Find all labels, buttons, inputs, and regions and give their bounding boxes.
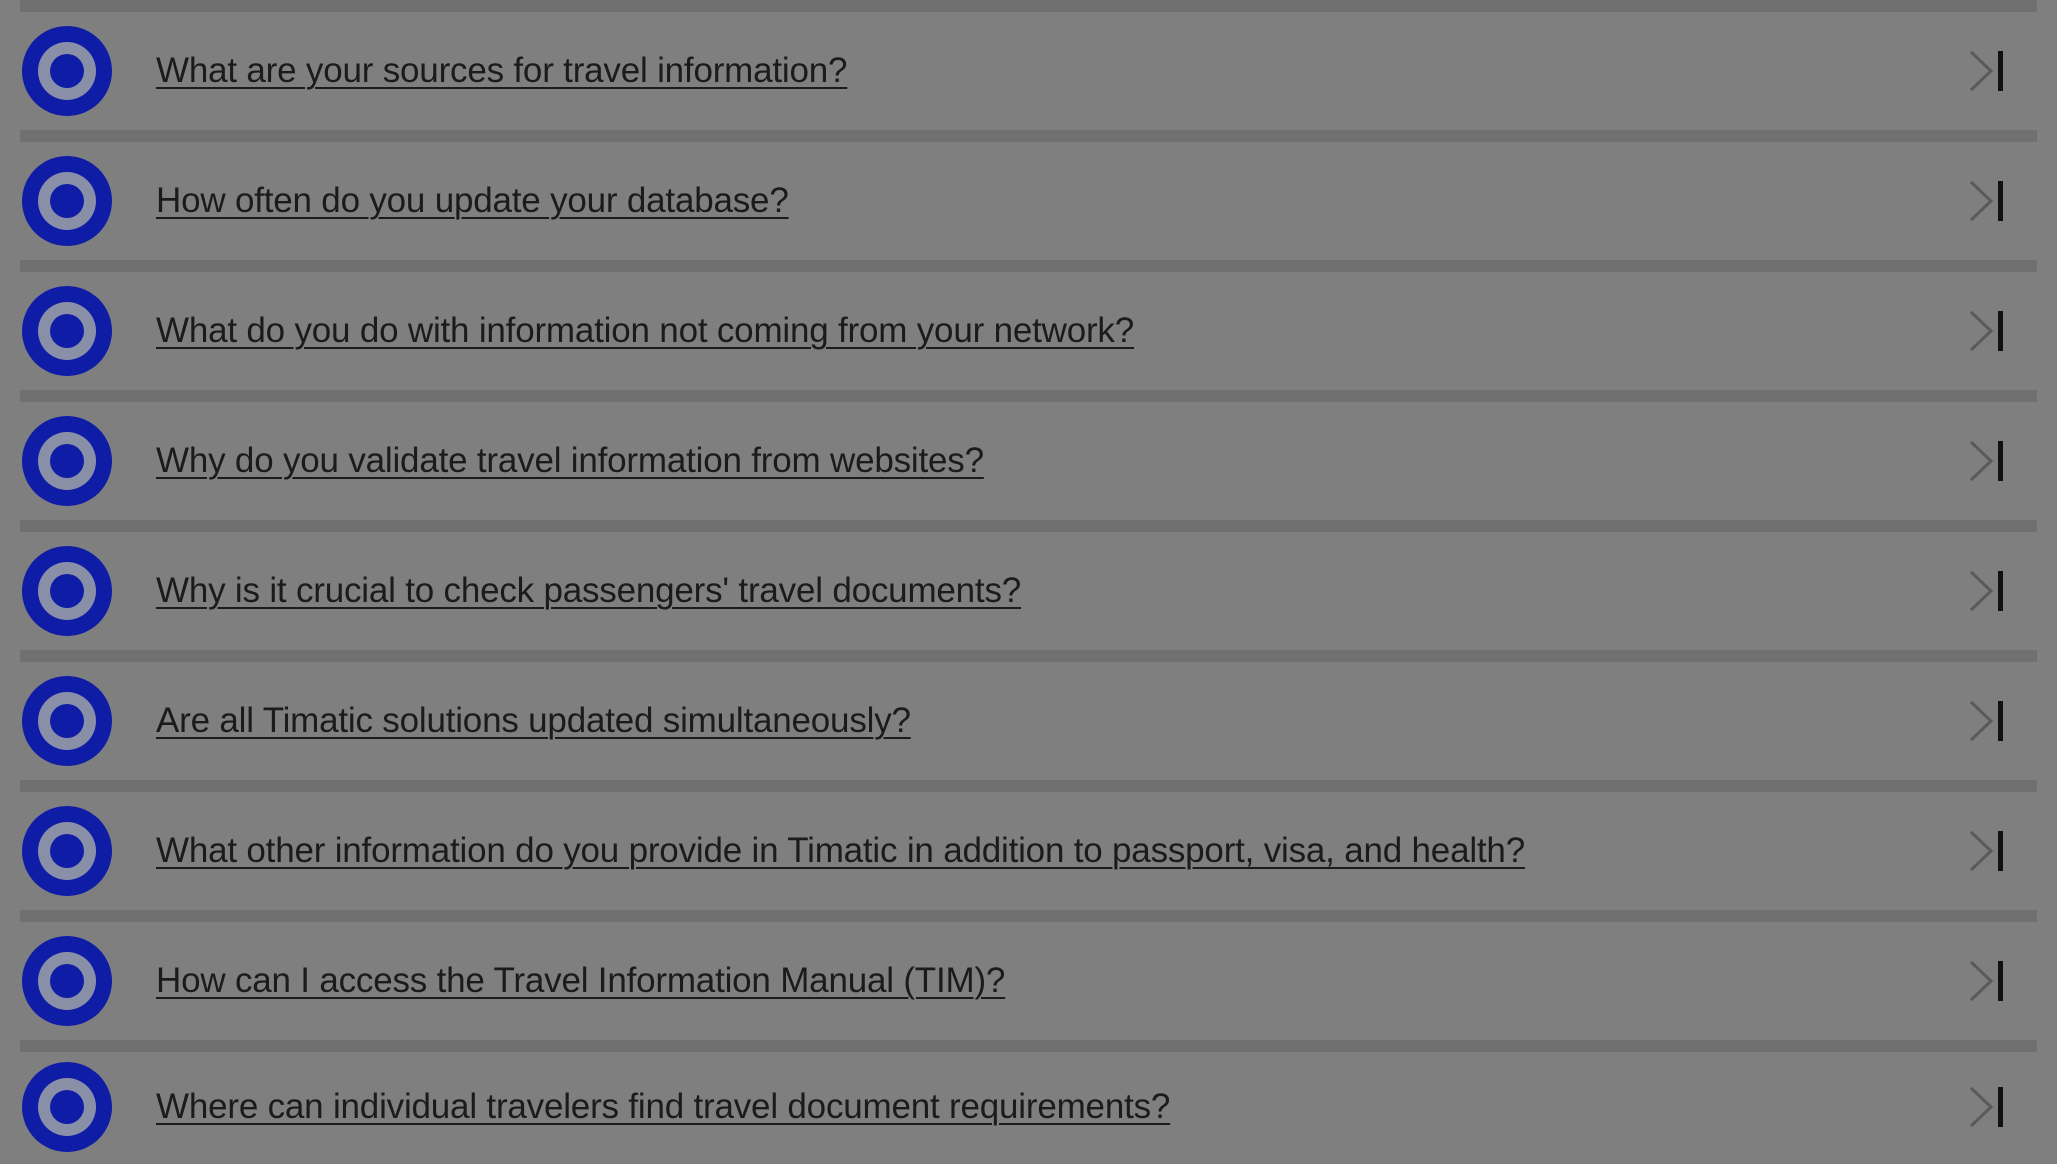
faq-item[interactable]: How can I access the Travel Information … (20, 922, 2037, 1040)
faq-question-link[interactable]: What other information do you provide in… (156, 831, 1525, 871)
target-icon (22, 546, 112, 636)
chevron-right-bar-icon[interactable] (1967, 439, 2007, 483)
target-icon (22, 936, 112, 1026)
faq-item[interactable]: How often do you update your database? (20, 142, 2037, 260)
faq-item[interactable]: What do you do with information not comi… (20, 272, 2037, 390)
chevron-right-bar-icon[interactable] (1967, 49, 2007, 93)
faq-question-link[interactable]: Why do you validate travel information f… (156, 441, 984, 481)
faq-divider (20, 1040, 2037, 1052)
target-icon (22, 156, 112, 246)
faq-question-link[interactable]: Why is it crucial to check passengers' t… (156, 571, 1021, 611)
faq-item[interactable]: Where can individual travelers find trav… (20, 1052, 2037, 1162)
target-icon (22, 806, 112, 896)
faq-list: What are your sources for travel informa… (20, 0, 2037, 1162)
faq-divider (20, 780, 2037, 792)
faq-question-link[interactable]: Where can individual travelers find trav… (156, 1087, 1170, 1127)
chevron-right-bar-icon[interactable] (1967, 309, 2007, 353)
faq-item[interactable]: What other information do you provide in… (20, 792, 2037, 910)
faq-divider (20, 650, 2037, 662)
faq-divider (20, 130, 2037, 142)
chevron-right-bar-icon[interactable] (1967, 959, 2007, 1003)
faq-question-link[interactable]: What are your sources for travel informa… (156, 51, 847, 91)
faq-item[interactable]: Why do you validate travel information f… (20, 402, 2037, 520)
faq-divider (20, 910, 2037, 922)
faq-question-link[interactable]: How can I access the Travel Information … (156, 961, 1005, 1001)
faq-item[interactable]: Are all Timatic solutions updated simult… (20, 662, 2037, 780)
chevron-right-bar-icon[interactable] (1967, 829, 2007, 873)
chevron-right-bar-icon[interactable] (1967, 1085, 2007, 1129)
target-icon (22, 676, 112, 766)
target-icon (22, 1062, 112, 1152)
target-icon (22, 26, 112, 116)
faq-divider (20, 520, 2037, 532)
faq-question-link[interactable]: What do you do with information not comi… (156, 311, 1134, 351)
chevron-right-bar-icon[interactable] (1967, 569, 2007, 613)
target-icon (22, 416, 112, 506)
faq-divider (20, 390, 2037, 402)
faq-item[interactable]: Why is it crucial to check passengers' t… (20, 532, 2037, 650)
chevron-right-bar-icon[interactable] (1967, 699, 2007, 743)
faq-question-link[interactable]: How often do you update your database? (156, 181, 789, 221)
faq-item[interactable]: What are your sources for travel informa… (20, 12, 2037, 130)
faq-question-link[interactable]: Are all Timatic solutions updated simult… (156, 701, 911, 741)
faq-divider (20, 0, 2037, 12)
chevron-right-bar-icon[interactable] (1967, 179, 2007, 223)
faq-divider (20, 260, 2037, 272)
target-icon (22, 286, 112, 376)
